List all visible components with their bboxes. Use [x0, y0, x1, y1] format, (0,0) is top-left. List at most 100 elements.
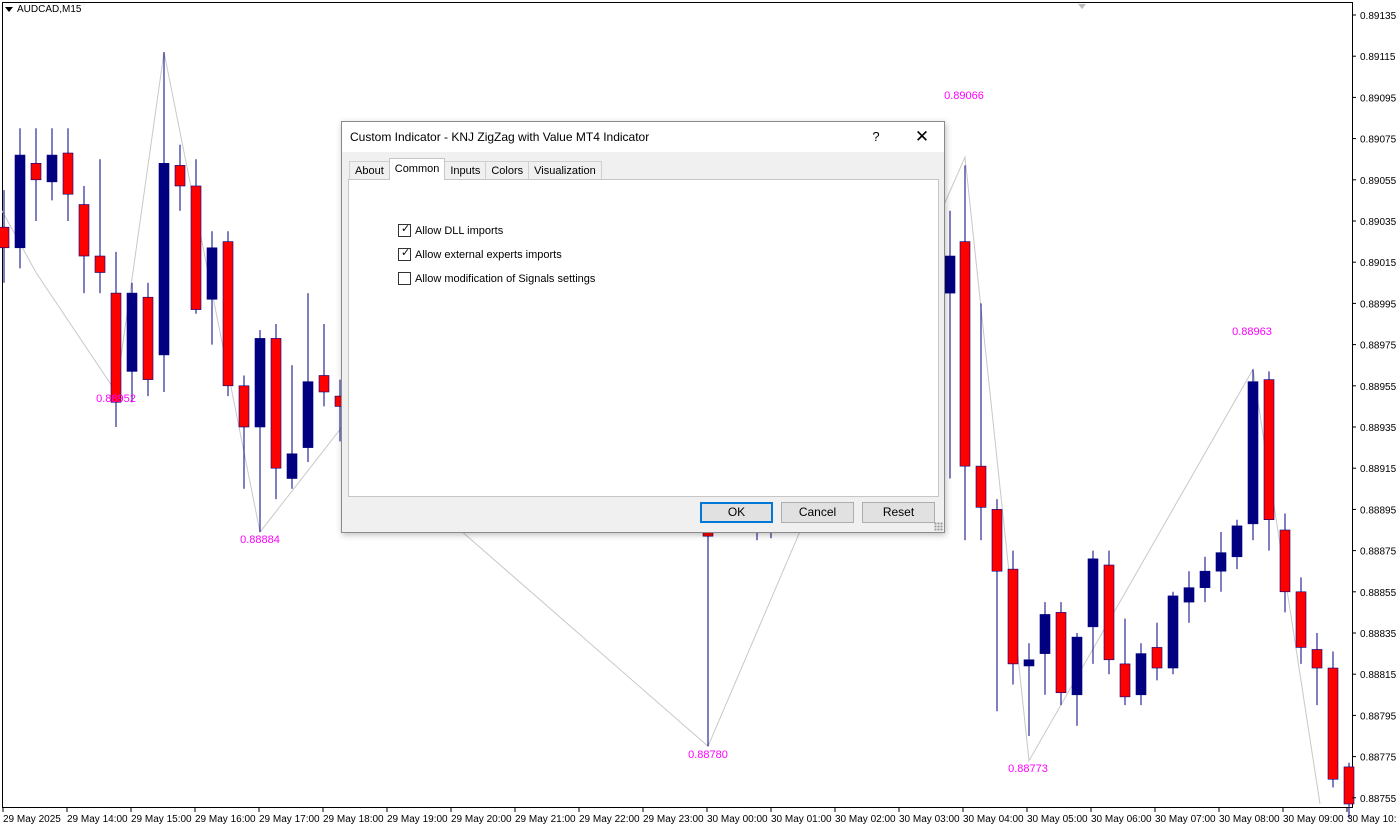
bull-candle — [1087, 558, 1099, 628]
allow-external-experts-checkbox[interactable]: ✓ — [398, 247, 411, 261]
price-axis-label: 0.88755 — [1360, 794, 1396, 805]
time-axis-label: 29 May 16:00 — [195, 814, 256, 825]
bear-candle — [1103, 564, 1115, 661]
allow-signals-modification-label: Allow modification of Signals settings — [415, 272, 596, 285]
allow-dll-imports-checkbox[interactable]: ✓ — [398, 223, 411, 237]
chart-menu-triangle-icon[interactable] — [5, 7, 13, 12]
bear-candle — [174, 165, 186, 187]
zigzag-value-label: 0.88963 — [1232, 326, 1272, 338]
bear-candle — [1295, 591, 1307, 648]
help-button[interactable]: ? — [862, 126, 890, 148]
allow-signals-modification-checkbox[interactable] — [398, 272, 411, 285]
bull-candle — [1167, 595, 1179, 669]
bear-candle — [190, 185, 202, 310]
bear-candle — [0, 226, 10, 249]
price-axis-label: 0.88775 — [1360, 753, 1396, 764]
zigzag-value-label: 0.89066 — [944, 90, 984, 102]
custom-indicator-dialog: Custom Indicator - KNJ ZigZag with Value… — [341, 121, 945, 533]
zigzag-value-label: 0.88773 — [1008, 763, 1048, 775]
dialog-tabs: About Common Inputs Colors Visualization — [349, 158, 602, 180]
resize-grip-icon[interactable] — [934, 522, 943, 531]
bull-candle — [254, 338, 266, 428]
tab-common[interactable]: Common — [388, 158, 446, 180]
chart-shift-marker-icon — [1078, 4, 1086, 9]
time-axis-label: 30 May 03:00 — [899, 814, 960, 825]
time-axis-label: 29 May 21:00 — [515, 814, 576, 825]
reset-button[interactable]: Reset — [862, 502, 935, 523]
tab-visualization[interactable]: Visualization — [528, 161, 602, 180]
bear-candle — [78, 204, 90, 257]
bull-candle — [14, 154, 26, 249]
time-axis-label: 30 May 04:00 — [963, 814, 1024, 825]
price-axis-label: 0.89135 — [1360, 11, 1396, 22]
bull-candle — [944, 255, 956, 294]
allow-external-experts-option[interactable]: ✓ Allow external experts imports — [398, 247, 562, 261]
tab-inputs[interactable]: Inputs — [444, 161, 487, 180]
bull-candle — [302, 381, 314, 448]
cancel-button[interactable]: Cancel — [781, 502, 854, 523]
time-axis-label: 29 May 22:00 — [579, 814, 640, 825]
price-axis-label: 0.89095 — [1360, 93, 1396, 104]
common-tab-panel: ✓ Allow DLL imports ✓ Allow external exp… — [348, 179, 939, 497]
bull-candle — [158, 163, 170, 356]
bull-candle — [126, 292, 138, 372]
checkmark-icon: ✓ — [401, 247, 411, 259]
bear-candle — [318, 375, 330, 393]
price-axis-label: 0.89035 — [1360, 217, 1396, 228]
dialog-titlebar[interactable]: Custom Indicator - KNJ ZigZag with Value… — [342, 122, 944, 152]
price-axis-label: 0.88855 — [1360, 588, 1396, 599]
ok-button[interactable]: OK — [700, 502, 773, 523]
bear-candle — [991, 509, 1003, 572]
bull-candle — [1231, 525, 1243, 558]
bear-candle — [1119, 663, 1131, 698]
bear-candle — [1279, 529, 1291, 593]
bear-candle — [142, 296, 154, 380]
allow-dll-imports-option[interactable]: ✓ Allow DLL imports — [398, 223, 504, 237]
bear-candle — [1327, 667, 1339, 780]
bear-candle — [959, 241, 971, 467]
tab-about[interactable]: About — [349, 161, 390, 180]
bear-candle — [1151, 647, 1163, 669]
bear-candle — [110, 292, 122, 403]
price-axis-label: 0.88835 — [1360, 629, 1396, 640]
dialog-title: Custom Indicator - KNJ ZigZag with Value… — [350, 130, 650, 144]
bull-candle — [1039, 614, 1051, 654]
price-axis-label: 0.89075 — [1360, 135, 1396, 146]
time-axis-label: 30 May 00:00 — [707, 814, 768, 825]
bear-candle — [1007, 568, 1019, 665]
allow-dll-imports-label: Allow DLL imports — [415, 224, 504, 237]
price-axis-label: 0.89055 — [1360, 176, 1396, 187]
bull-candle — [1247, 381, 1259, 525]
price-axis-label: 0.88935 — [1360, 423, 1396, 434]
time-axis-label: 30 May 06:00 — [1091, 814, 1152, 825]
bear-candle — [62, 152, 74, 195]
bear-candle — [94, 255, 106, 273]
time-axis-label: 30 May 01:00 — [771, 814, 832, 825]
bear-candle — [1263, 379, 1275, 520]
price-axis-label: 0.88955 — [1360, 382, 1396, 393]
time-axis-label: 30 May 02:00 — [835, 814, 896, 825]
bear-candle — [270, 338, 282, 469]
bull-candle — [286, 453, 298, 479]
allow-signals-modification-option[interactable]: Allow modification of Signals settings — [398, 272, 595, 285]
bull-candle — [46, 154, 58, 183]
time-axis-label: 30 May 07:00 — [1155, 814, 1216, 825]
price-axis-label: 0.88895 — [1360, 505, 1396, 516]
close-button[interactable]: ✕ — [908, 126, 936, 148]
price-axis-label: 0.89015 — [1360, 258, 1396, 269]
time-axis-label: 29 May 15:00 — [131, 814, 192, 825]
time-axis-label: 30 May 09:00 — [1283, 814, 1344, 825]
bull-candle — [206, 247, 218, 300]
price-axis: 0.89135 0.89115 0.89095 0.89075 0.89055 0.890… — [1352, 11, 1396, 805]
price-axis-label: 0.88815 — [1360, 670, 1396, 681]
tab-colors[interactable]: Colors — [485, 161, 530, 180]
time-axis-label: 29 May 23:00 — [643, 814, 704, 825]
bull-candle — [1183, 587, 1195, 603]
chart-symbol-label: AUDCAD,M15 — [5, 4, 81, 15]
bull-candle — [1023, 659, 1035, 667]
symbol-text: AUDCAD,M15 — [17, 4, 82, 15]
time-axis-label: 30 May 05:00 — [1027, 814, 1088, 825]
bull-candle — [1199, 570, 1211, 588]
zigzag-value-label: 0.88952 — [96, 393, 136, 405]
bear-candle — [975, 465, 987, 508]
